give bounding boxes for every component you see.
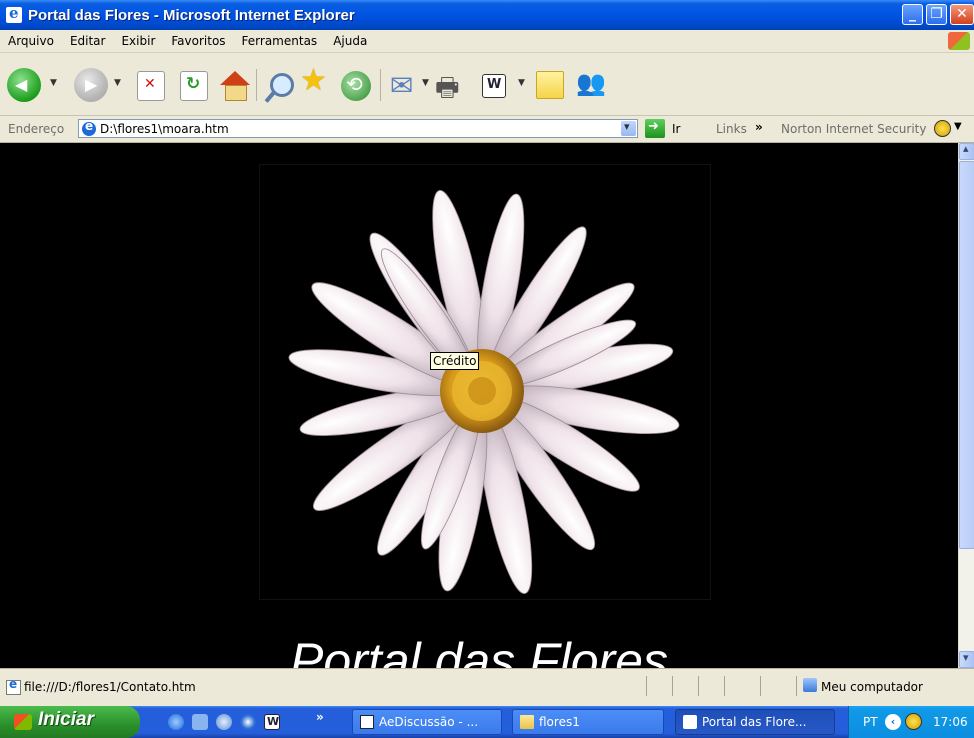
- quicklaunch-media-player-icon[interactable]: [240, 714, 256, 730]
- quicklaunch-ie-icon[interactable]: [168, 714, 184, 730]
- menu-bar: Arquivo Editar Exibir Favoritos Ferramen…: [0, 30, 974, 53]
- ie-icon: [683, 715, 697, 729]
- back-dropdown-icon[interactable]: ▼: [50, 78, 57, 88]
- task-label: Portal das Flore...: [702, 715, 807, 729]
- windows-flag-icon: [14, 714, 32, 730]
- scroll-up-button[interactable]: [959, 142, 974, 160]
- menu-ajuda[interactable]: Ajuda: [325, 34, 375, 48]
- norton-tray-icon[interactable]: [905, 713, 922, 730]
- discuss-button[interactable]: [536, 71, 564, 99]
- links-chevron-icon[interactable]: »: [755, 120, 763, 134]
- history-button[interactable]: [341, 71, 371, 101]
- edit-dropdown-icon[interactable]: ▼: [518, 78, 525, 88]
- search-button[interactable]: [264, 71, 294, 103]
- forward-dropdown-icon[interactable]: ▼: [114, 78, 121, 88]
- taskbar: Iniciar » AeDiscussão - ... flores1 Port…: [0, 706, 974, 738]
- stop-button[interactable]: [137, 71, 165, 101]
- go-button[interactable]: [645, 119, 665, 138]
- task-label: AeDiscussão - ...: [379, 715, 479, 729]
- taskbar-button-folder[interactable]: flores1: [512, 709, 664, 735]
- toolbar-separator: [380, 69, 381, 101]
- home-icon: [220, 71, 250, 85]
- page-content: Crédito Portal das Flores: [0, 143, 958, 668]
- forward-button[interactable]: [74, 68, 108, 102]
- task-label: flores1: [539, 715, 580, 729]
- vertical-scrollbar[interactable]: [958, 142, 974, 668]
- menu-editar[interactable]: Editar: [62, 34, 114, 48]
- word-doc-icon: [360, 715, 374, 729]
- toolbar-separator: [256, 69, 257, 101]
- clock[interactable]: 17:06: [933, 715, 968, 729]
- window-title: Portal das Flores - Microsoft Internet E…: [28, 6, 355, 24]
- page-status-icon: [6, 677, 21, 695]
- language-indicator[interactable]: PT: [863, 715, 878, 729]
- links-label[interactable]: Links: [716, 122, 747, 136]
- go-label[interactable]: Ir: [672, 122, 680, 136]
- address-url: D:\flores1\moara.htm: [100, 121, 229, 136]
- home-button[interactable]: [220, 71, 250, 101]
- favorites-button[interactable]: ★: [300, 63, 327, 98]
- norton-icon[interactable]: [934, 120, 951, 137]
- system-tray: PT ‹ 17:06: [848, 706, 974, 738]
- status-bar: file:///D:/flores1/Contato.htm Meu compu…: [0, 668, 974, 707]
- close-button[interactable]: ✕: [950, 4, 974, 25]
- status-text: file:///D:/flores1/Contato.htm: [24, 680, 196, 694]
- ie-app-icon[interactable]: [6, 4, 22, 23]
- quicklaunch-desktop-icon[interactable]: [192, 714, 208, 730]
- address-bar: Endereço D:\flores1\moara.htm Ir Links »…: [0, 116, 974, 143]
- security-zone: Meu computador: [821, 680, 923, 694]
- daisy-photo: [288, 190, 680, 594]
- menu-exibir[interactable]: Exibir: [113, 34, 163, 48]
- refresh-button[interactable]: [180, 71, 208, 101]
- start-button[interactable]: Iniciar: [0, 706, 140, 738]
- address-label: Endereço: [8, 122, 65, 136]
- taskbar-button-word-doc[interactable]: AeDiscussão - ...: [352, 709, 502, 735]
- flower-image[interactable]: [259, 164, 711, 600]
- edit-word-button[interactable]: [482, 74, 506, 98]
- folder-icon: [520, 715, 534, 729]
- norton-dropdown-icon[interactable]: ▼: [954, 121, 962, 132]
- maximize-button[interactable]: ❐: [926, 4, 947, 25]
- quicklaunch-chevron-icon[interactable]: »: [316, 710, 324, 724]
- page-heading: Portal das Flores: [290, 633, 668, 668]
- mail-button[interactable]: [390, 69, 416, 102]
- messenger-button[interactable]: [576, 69, 606, 99]
- menu-ferramentas[interactable]: Ferramentas: [234, 34, 326, 48]
- page-icon: [82, 119, 96, 136]
- mail-dropdown-icon[interactable]: ▼: [422, 78, 429, 88]
- title-bar: Portal das Flores - Microsoft Internet E…: [0, 0, 974, 30]
- menu-favoritos[interactable]: Favoritos: [163, 34, 233, 48]
- standard-toolbar: ▼ ▼ ★ ▼ ▼: [0, 53, 974, 116]
- scroll-thumb[interactable]: [959, 161, 974, 549]
- address-dropdown-button[interactable]: [621, 120, 636, 136]
- my-computer-icon: [803, 678, 817, 692]
- scroll-down-button[interactable]: [959, 651, 974, 668]
- quicklaunch-outlook-icon[interactable]: [216, 714, 232, 730]
- tray-expand-icon[interactable]: ‹: [885, 714, 901, 730]
- back-button[interactable]: [7, 68, 41, 102]
- print-button[interactable]: [435, 69, 461, 113]
- quicklaunch-word-icon[interactable]: [264, 714, 280, 730]
- taskbar-button-ie[interactable]: Portal das Flore...: [675, 709, 835, 735]
- windows-logo-icon: [948, 32, 970, 50]
- menu-arquivo[interactable]: Arquivo: [0, 34, 62, 48]
- address-input[interactable]: D:\flores1\moara.htm: [78, 119, 638, 138]
- image-tooltip: Crédito: [430, 352, 480, 370]
- norton-label: Norton Internet Security: [781, 122, 927, 136]
- start-label: Iniciar: [38, 709, 94, 730]
- minimize-button[interactable]: _: [902, 4, 923, 25]
